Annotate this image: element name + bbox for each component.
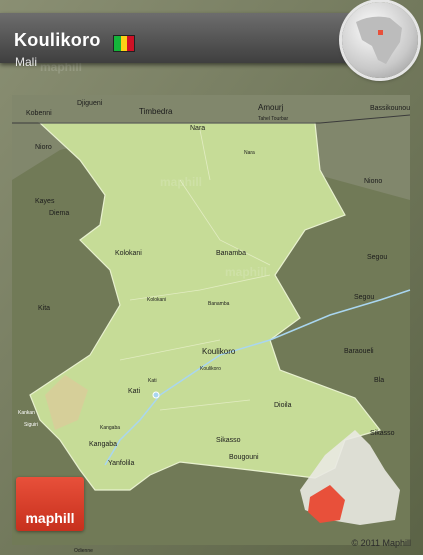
label-siguiri: Siguiri [24, 422, 38, 428]
label-bla: Bla [374, 377, 385, 384]
logo-text: maphill [25, 510, 75, 526]
page-title: Koulikoro [14, 30, 101, 50]
label-kobenni: Kobenni [26, 110, 52, 117]
label-kolokani: Kolokani [115, 250, 142, 257]
label-nara-small: Nara [244, 150, 255, 156]
title-bar: Koulikoro Mali [0, 13, 372, 69]
label-odienne: Odienne [74, 548, 93, 554]
watermark: maphill [160, 175, 203, 189]
label-kita: Kita [38, 305, 51, 312]
label-kangaba-small: Kangaba [100, 425, 121, 431]
label-timbedra: Timbedra [139, 107, 173, 116]
label-kangaba: Kangaba [89, 441, 118, 448]
label-djigueni: Djigueni [77, 100, 103, 107]
label-amourj: Amourj [258, 103, 284, 112]
label-koulikoro-small: Koulikoro [200, 366, 221, 372]
label-yanfolila: Yanfolila [108, 460, 135, 467]
label-nioro: Nioro [35, 144, 52, 151]
label-banamba: Banamba [216, 250, 246, 257]
label-banamba-small: Banamba [208, 301, 230, 307]
label-niono: Niono [364, 178, 383, 185]
label-dioila: Dioila [274, 402, 292, 409]
label-kankan: Kankan [18, 410, 35, 416]
label-bougouni: Bougouni [229, 454, 259, 461]
label-sikasso: Sikasso [216, 437, 241, 444]
label-sikasso-right: Sikasso [370, 430, 395, 437]
label-bassikounou: Bassikounou [370, 105, 411, 112]
globe-icon[interactable] [342, 2, 418, 78]
map-canvas [0, 0, 423, 555]
label-diema: Diema [49, 210, 70, 217]
page-subtitle: Mali [15, 55, 38, 69]
label-kolokani-small: Kolokani [147, 297, 167, 303]
maphill-logo[interactable]: maphill [16, 477, 84, 531]
label-baraoueli: Baraoueli [344, 348, 374, 355]
label-segou-small: Segou [354, 294, 375, 301]
label-segou: Segou [367, 254, 388, 261]
mali-flag-icon [113, 35, 135, 52]
map[interactable]: maphill maphill maphill Kobenni Djigueni… [0, 0, 423, 555]
copyright: © 2011 Maphill [351, 538, 412, 548]
label-koulikoro: Koulikoro [202, 347, 236, 356]
label-kayes: Kayes [35, 198, 55, 205]
watermark: maphill [225, 265, 268, 279]
label-kati: Kati [128, 388, 141, 395]
label-tahel: Tahel Tourbar [258, 116, 289, 122]
bamako-marker[interactable] [152, 391, 160, 399]
label-kati-small: Kati [148, 378, 157, 384]
globe-map [356, 16, 402, 65]
label-nara: Nara [190, 125, 206, 132]
